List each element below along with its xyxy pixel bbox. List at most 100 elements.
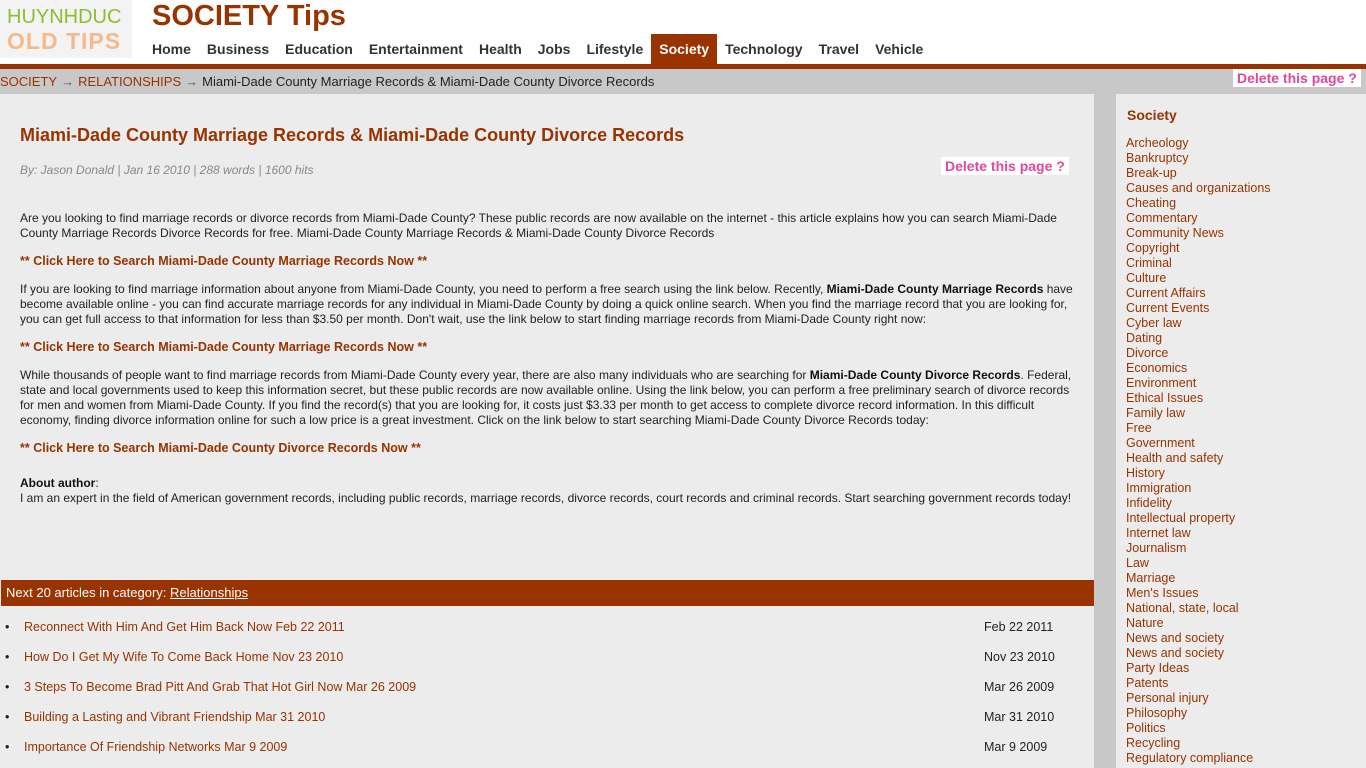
site-logo[interactable]: HUYNHDUC OLD TIPS bbox=[0, 0, 132, 58]
delete-page-link-top[interactable]: Delete this page ? bbox=[1233, 69, 1361, 87]
sidebar-category-link[interactable]: Commentary bbox=[1126, 211, 1198, 225]
sidebar-category-link[interactable]: Recycling bbox=[1126, 736, 1180, 750]
sidebar-item: Criminal bbox=[1126, 256, 1271, 271]
sidebar-category-link[interactable]: Current Affairs bbox=[1126, 286, 1206, 300]
sidebar-category-link[interactable]: Law bbox=[1126, 556, 1149, 570]
sidebar-item: Free bbox=[1126, 421, 1271, 436]
sidebar-category-link[interactable]: Divorce bbox=[1126, 346, 1168, 360]
sidebar-category-link[interactable]: Journalism bbox=[1126, 541, 1186, 555]
nav-item-education[interactable]: Education bbox=[277, 34, 361, 64]
sidebar-category-link[interactable]: National, state, local bbox=[1126, 601, 1239, 615]
delete-page-link[interactable]: Delete this page ? bbox=[941, 157, 1069, 175]
next-articles-header: Next 20 articles in category: Relationsh… bbox=[1, 580, 1094, 606]
sidebar-item: Divorce bbox=[1126, 346, 1271, 361]
related-article-link[interactable]: Importance Of Friendship Networks Mar 9 … bbox=[24, 732, 287, 762]
nav-item-technology[interactable]: Technology bbox=[717, 34, 811, 64]
nav-item-entertainment[interactable]: Entertainment bbox=[361, 34, 471, 64]
search-marriage-records-link-2[interactable]: ** Click Here to Search Miami-Dade Count… bbox=[20, 340, 427, 354]
sidebar-category-link[interactable]: Politics bbox=[1126, 721, 1166, 735]
bullet-icon: • bbox=[5, 650, 10, 664]
sidebar-item: Government bbox=[1126, 436, 1271, 451]
nav-item-travel[interactable]: Travel bbox=[811, 34, 867, 64]
sidebar-item: Archeology bbox=[1126, 136, 1271, 151]
sidebar-item: Nature bbox=[1126, 616, 1271, 631]
nav-item-lifestyle[interactable]: Lifestyle bbox=[578, 34, 651, 64]
article-paragraph-marriage: If you are looking to find marriage info… bbox=[20, 282, 1076, 327]
sidebar-category-link[interactable]: Marriage bbox=[1126, 571, 1175, 585]
sidebar-category-link[interactable]: Dating bbox=[1126, 331, 1162, 345]
logo-line-1: HUYNHDUC bbox=[7, 6, 122, 28]
nav-item-home[interactable]: Home bbox=[144, 34, 199, 64]
sidebar-category-link[interactable]: Philosophy bbox=[1126, 706, 1187, 720]
next-articles-category-link[interactable]: Relationships bbox=[170, 585, 248, 600]
about-author-text: I am an expert in the field of American … bbox=[20, 491, 1072, 505]
related-article-date: Nov 23 2010 bbox=[984, 650, 1055, 664]
sidebar-category-link[interactable]: Immigration bbox=[1126, 481, 1191, 495]
sidebar-category-link[interactable]: News and society bbox=[1126, 631, 1224, 645]
breadcrumb-society[interactable]: SOCIETY bbox=[0, 74, 57, 89]
nav-item-society[interactable]: Society bbox=[651, 34, 718, 64]
sidebar-category-link[interactable]: Intellectual property bbox=[1126, 511, 1235, 525]
sidebar-item: History bbox=[1126, 466, 1271, 481]
sidebar-category-link[interactable]: Internet law bbox=[1126, 526, 1191, 540]
sidebar-category-link[interactable]: Party Ideas bbox=[1126, 661, 1189, 675]
sidebar-category-link[interactable]: Family law bbox=[1126, 406, 1185, 420]
related-article-link[interactable]: Reconnect With Him And Get Him Back Now … bbox=[24, 612, 345, 642]
bold-keyword: Miami-Dade County Divorce Records bbox=[809, 368, 1021, 382]
nav-item-vehicle[interactable]: Vehicle bbox=[867, 34, 931, 64]
sidebar-category-link[interactable]: Cyber law bbox=[1126, 316, 1182, 330]
sidebar-category-link[interactable]: Environment bbox=[1126, 376, 1196, 390]
related-article-link[interactable]: How Do I Get My Wife To Come Back Home N… bbox=[24, 642, 343, 672]
sidebar-item: Personal injury bbox=[1126, 691, 1271, 706]
breadcrumb-relationships[interactable]: RELATIONSHIPS bbox=[78, 74, 181, 89]
sidebar-category-link[interactable]: Economics bbox=[1126, 361, 1187, 375]
sidebar-item: News and society bbox=[1126, 631, 1271, 646]
bullet-icon: • bbox=[5, 710, 10, 724]
nav-item-jobs[interactable]: Jobs bbox=[530, 34, 579, 64]
sidebar-category-link[interactable]: Personal injury bbox=[1126, 691, 1209, 705]
sidebar-category-link[interactable]: Community News bbox=[1126, 226, 1224, 240]
sidebar-category-link[interactable]: Men's Issues bbox=[1126, 586, 1199, 600]
article-body: Are you looking to find marriage records… bbox=[20, 211, 1076, 519]
breadcrumb-bar: SOCIETY → RELATIONSHIPS → Miami-Dade County … bbox=[0, 69, 1366, 94]
search-marriage-records-link[interactable]: ** Click Here to Search Miami-Dade Count… bbox=[20, 254, 427, 268]
sidebar-category-link[interactable]: Copyright bbox=[1126, 241, 1180, 255]
sidebar-item: Politics bbox=[1126, 721, 1271, 736]
sidebar-category-link[interactable]: Government bbox=[1126, 436, 1195, 450]
nav-item-health[interactable]: Health bbox=[471, 34, 530, 64]
sidebar-item: Philosophy bbox=[1126, 706, 1271, 721]
sidebar-category-link[interactable]: History bbox=[1126, 466, 1165, 480]
nav-item-business[interactable]: Business bbox=[199, 34, 277, 64]
sidebar-category-link[interactable]: Causes and organizations bbox=[1126, 181, 1271, 195]
sidebar-item: Intellectual property bbox=[1126, 511, 1271, 526]
sidebar-category-link[interactable]: Free bbox=[1126, 421, 1152, 435]
sidebar-category-link[interactable]: Culture bbox=[1126, 271, 1166, 285]
breadcrumb-arrow-icon: → bbox=[61, 74, 75, 89]
sidebar-item: Cyber law bbox=[1126, 316, 1271, 331]
sidebar-category-link[interactable]: Cheating bbox=[1126, 196, 1176, 210]
sidebar-category-link[interactable]: News and society bbox=[1126, 646, 1224, 660]
sidebar-item: Environment bbox=[1126, 376, 1271, 391]
list-item: • Reconnect With Him And Get Him Back Now… bbox=[0, 612, 1094, 642]
sidebar-item: Family law bbox=[1126, 406, 1271, 421]
related-article-link[interactable]: 3 Steps To Become Brad Pitt And Grab Tha… bbox=[24, 672, 416, 702]
sidebar-category-link[interactable]: Current Events bbox=[1126, 301, 1209, 315]
sidebar-category-link[interactable]: Ethical Issues bbox=[1126, 391, 1203, 405]
sidebar-category-link[interactable]: Archeology bbox=[1126, 136, 1189, 150]
related-article-link[interactable]: Building a Lasting and Vibrant Friendshi… bbox=[24, 702, 325, 732]
sidebar-category-link[interactable]: Bankruptcy bbox=[1126, 151, 1189, 165]
sidebar-category-link[interactable]: Break-up bbox=[1126, 166, 1177, 180]
sidebar-category-link[interactable]: Patents bbox=[1126, 676, 1168, 690]
article-main: Miami-Dade County Marriage Records & Mia… bbox=[0, 94, 1094, 768]
about-author-label: About author bbox=[20, 476, 96, 490]
sidebar-item: Community News bbox=[1126, 226, 1271, 241]
sidebar-category-link[interactable]: Criminal bbox=[1126, 256, 1172, 270]
sidebar-category-link[interactable]: Health and safety bbox=[1126, 451, 1223, 465]
sidebar-category-link[interactable]: Infidelity bbox=[1126, 496, 1172, 510]
paragraph-text: If you are looking to find marriage info… bbox=[20, 282, 827, 296]
sidebar-category-link[interactable]: Nature bbox=[1126, 616, 1164, 630]
sidebar-item: Journalism bbox=[1126, 541, 1271, 556]
site-title[interactable]: SOCIETY Tips bbox=[152, 0, 346, 33]
search-divorce-records-link[interactable]: ** Click Here to Search Miami-Dade Count… bbox=[20, 441, 421, 455]
sidebar-category-link[interactable]: Regulatory compliance bbox=[1126, 751, 1253, 765]
